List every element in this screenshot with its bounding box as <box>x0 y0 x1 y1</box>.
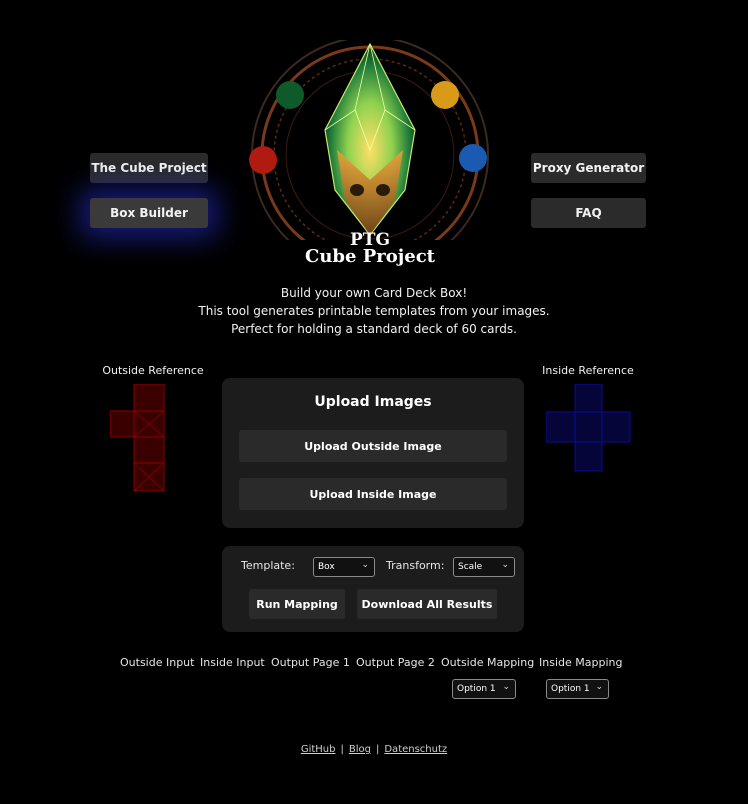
upload-outside-image-button[interactable]: Upload Outside Image <box>239 430 507 462</box>
inside-mapping-label: Inside Mapping <box>539 656 623 669</box>
output-page-1-label: Output Page 1 <box>271 656 350 669</box>
chevron-down-icon: ⌄ <box>501 560 509 570</box>
run-mapping-button[interactable]: Run Mapping <box>249 589 345 619</box>
nav-cube-project-button[interactable]: The Cube Project <box>90 153 208 183</box>
inside-mapping-select-value: Option 1 <box>551 684 590 694</box>
footer-separator: | <box>375 744 380 755</box>
intro-line2: This tool generates printable templates … <box>198 304 550 318</box>
transform-select-value: Scale <box>458 562 483 572</box>
footer-separator: | <box>340 744 344 755</box>
blog-link[interactable]: Blog <box>349 744 371 755</box>
nav-faq-button[interactable]: FAQ <box>531 198 646 228</box>
outside-reference-label: Outside Reference <box>102 364 204 377</box>
ptg-logo-emblem[interactable] <box>245 40 495 240</box>
intro-line1: Build your own Card Deck Box! <box>280 286 468 300</box>
footer: GitHub | Blog | Datenschutz <box>0 744 748 755</box>
output-page-2-label: Output Page 2 <box>356 656 435 669</box>
nav-proxy-generator-button[interactable]: Proxy Generator <box>531 153 646 183</box>
download-all-results-button[interactable]: Download All Results <box>357 589 497 619</box>
inside-mapping-select[interactable]: Option 1 ⌄ <box>546 679 609 699</box>
outside-mapping-label: Outside Mapping <box>441 656 535 669</box>
transform-select[interactable]: Scale ⌄ <box>453 557 515 577</box>
inside-reference-template <box>546 384 631 472</box>
chevron-down-icon: ⌄ <box>502 682 510 692</box>
chevron-down-icon: ⌄ <box>595 682 603 692</box>
nav-box-builder-button[interactable]: Box Builder <box>90 198 208 228</box>
outside-mapping-select-value: Option 1 <box>457 684 496 694</box>
outside-reference-template <box>110 384 165 492</box>
intro-text: Build your own Card Deck Box! This tool … <box>0 284 748 338</box>
fire-mana-icon <box>249 146 277 174</box>
forest-mana-icon <box>276 81 304 109</box>
transform-label: Transform: <box>386 559 445 572</box>
github-link[interactable]: GitHub <box>301 744 336 755</box>
inside-input-label: Inside Input <box>200 656 265 669</box>
upload-inside-image-button[interactable]: Upload Inside Image <box>239 478 507 510</box>
logo-title-line2: Cube Project <box>305 246 435 267</box>
template-label: Template: <box>241 559 295 572</box>
upload-panel-title: Upload Images <box>314 394 432 410</box>
template-select-value: Box <box>318 562 335 572</box>
inside-reference-label: Inside Reference <box>542 364 634 377</box>
water-mana-icon <box>459 144 487 172</box>
outside-input-label: Outside Input <box>120 656 195 669</box>
datenschutz-link[interactable]: Datenschutz <box>384 744 447 755</box>
template-select[interactable]: Box ⌄ <box>313 557 375 577</box>
intro-line3: Perfect for holding a standard deck of 6… <box>231 322 517 336</box>
outside-mapping-select[interactable]: Option 1 ⌄ <box>452 679 516 699</box>
controls-panel: Template: Box ⌄ Transform: Scale ⌄ Run M… <box>222 546 524 632</box>
upload-panel: Upload Images Upload Outside Image Uploa… <box>222 378 524 528</box>
chevron-down-icon: ⌄ <box>361 560 369 570</box>
sun-mana-icon <box>431 81 459 109</box>
